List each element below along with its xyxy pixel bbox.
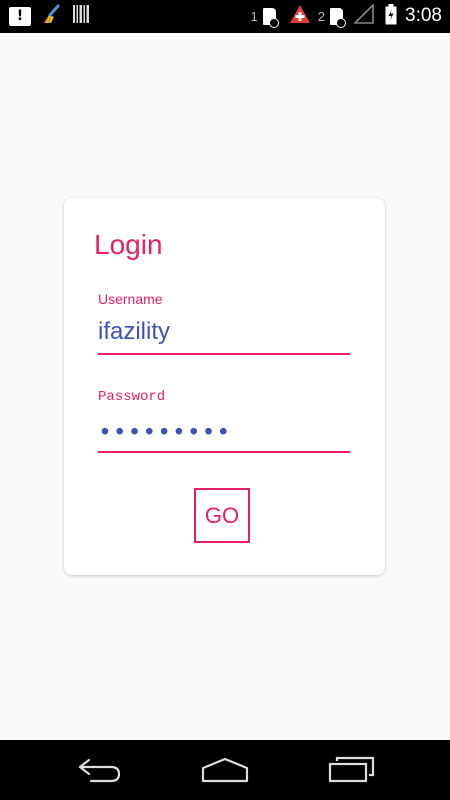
navigation-bar xyxy=(0,740,450,800)
sim2-icon xyxy=(330,7,347,28)
sim1-icon xyxy=(262,7,279,28)
status-system: 1 2 3:08 xyxy=(250,3,442,29)
status-bar: ! 1 2 3:08 xyxy=(0,0,450,33)
back-icon[interactable] xyxy=(77,756,123,788)
sim1-label: 1 xyxy=(250,8,258,24)
broom-icon xyxy=(41,3,63,29)
password-underline xyxy=(98,451,350,453)
password-label: Password xyxy=(98,389,166,405)
go-button[interactable]: GO xyxy=(194,488,250,543)
clock: 3:08 xyxy=(405,5,442,26)
username-label: Username xyxy=(98,291,163,307)
login-title: Login xyxy=(94,229,163,260)
status-notifications: ! xyxy=(9,3,89,29)
username-field[interactable]: ifazility xyxy=(98,318,350,346)
recent-apps-icon[interactable] xyxy=(327,756,375,788)
alert-icon: ! xyxy=(9,6,31,26)
barcode-icon xyxy=(73,5,89,27)
sim2-label: 2 xyxy=(317,8,326,24)
signal-icon xyxy=(353,3,374,28)
home-icon[interactable] xyxy=(200,756,250,788)
login-card: Login Username ifazility Password ••••••… xyxy=(64,198,385,575)
medical-cross-icon xyxy=(289,4,311,28)
password-field[interactable]: ••••••••• xyxy=(98,420,350,446)
username-underline xyxy=(98,353,350,355)
battery-icon xyxy=(385,3,397,29)
